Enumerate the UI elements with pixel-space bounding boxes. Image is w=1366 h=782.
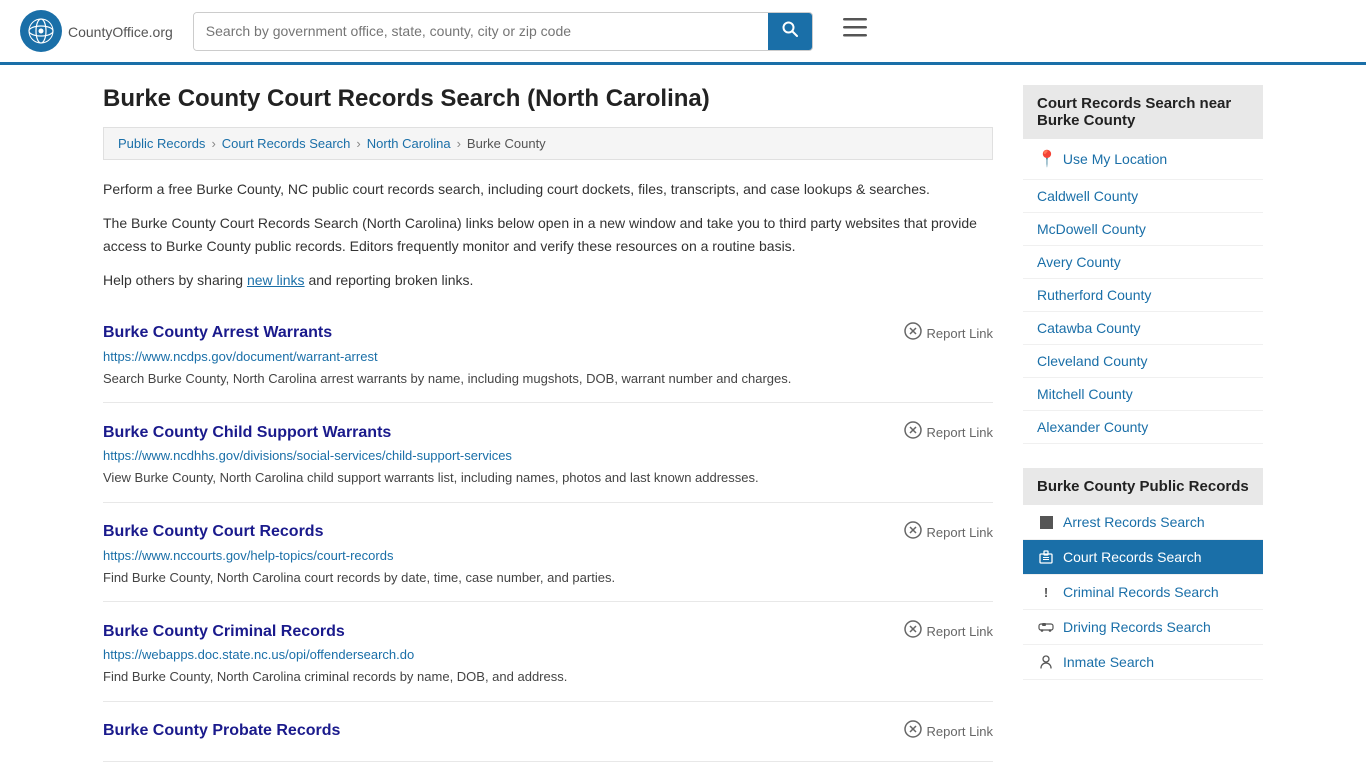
search-input[interactable]: [194, 13, 768, 50]
header: CountyOffice.org: [0, 0, 1366, 65]
result-header-3: Burke County Criminal Records Report Lin…: [103, 620, 993, 643]
result-url-0: https://www.ncdps.gov/document/warrant-a…: [103, 349, 993, 364]
report-icon-3: [904, 620, 922, 643]
result-title-2[interactable]: Burke County Court Records: [103, 523, 323, 541]
sidebar-nearby-title: Court Records Search near Burke County: [1023, 85, 1263, 139]
report-icon-4: [904, 720, 922, 743]
breadcrumb-burke-county: Burke County: [467, 136, 546, 151]
result-title-0[interactable]: Burke County Arrest Warrants: [103, 324, 332, 342]
breadcrumb-sep-2: ›: [356, 136, 360, 151]
sidebar-use-my-location[interactable]: 📍 Use My Location: [1023, 139, 1263, 180]
sidebar-county-2[interactable]: Avery County: [1023, 246, 1263, 279]
main-container: Burke County Court Records Search (North…: [83, 65, 1283, 782]
result-title-3[interactable]: Burke County Criminal Records: [103, 623, 345, 641]
sidebar-county-7[interactable]: Alexander County: [1023, 411, 1263, 444]
sidebar-court-records[interactable]: Court Records Search: [1023, 540, 1263, 575]
result-item-1: Burke County Child Support Warrants Repo…: [103, 403, 993, 503]
report-link-2[interactable]: Report Link: [904, 521, 993, 544]
sidebar-public-records-section: Burke County Public Records Arrest Recor…: [1023, 468, 1263, 680]
new-links-link[interactable]: new links: [247, 272, 305, 288]
inmate-search-icon: [1037, 655, 1055, 669]
result-header-0: Burke County Arrest Warrants Report Link: [103, 322, 993, 345]
driving-records-icon: [1037, 620, 1055, 634]
result-header-2: Burke County Court Records Report Link: [103, 521, 993, 544]
sidebar-county-6[interactable]: Mitchell County: [1023, 378, 1263, 411]
result-title-1[interactable]: Burke County Child Support Warrants: [103, 424, 391, 442]
sidebar-public-records-title: Burke County Public Records: [1023, 468, 1263, 505]
sidebar-arrest-records[interactable]: Arrest Records Search: [1023, 505, 1263, 540]
report-icon-2: [904, 521, 922, 544]
breadcrumb-court-records-search[interactable]: Court Records Search: [222, 136, 351, 151]
hamburger-menu-icon[interactable]: [843, 18, 867, 44]
sidebar-county-5[interactable]: Cleveland County: [1023, 345, 1263, 378]
logo-text: CountyOffice.org: [68, 21, 173, 42]
report-link-4[interactable]: Report Link: [904, 720, 993, 743]
report-icon-1: [904, 421, 922, 444]
report-icon-0: [904, 322, 922, 345]
result-item-3: Burke County Criminal Records Report Lin…: [103, 602, 993, 702]
sidebar: Court Records Search near Burke County 📍…: [1023, 85, 1263, 762]
logo-link[interactable]: CountyOffice.org: [20, 10, 173, 52]
content-area: Burke County Court Records Search (North…: [103, 85, 993, 762]
report-link-3[interactable]: Report Link: [904, 620, 993, 643]
arrest-records-icon: [1037, 515, 1055, 529]
report-link-1[interactable]: Report Link: [904, 421, 993, 444]
result-item-2: Burke County Court Records Report Link h…: [103, 503, 993, 603]
breadcrumb-sep-1: ›: [211, 136, 215, 151]
breadcrumb: Public Records › Court Records Search › …: [103, 127, 993, 160]
sidebar-nearby-section: Court Records Search near Burke County 📍…: [1023, 85, 1263, 444]
result-url-1: https://www.ncdhhs.gov/divisions/social-…: [103, 448, 993, 463]
result-url-3: https://webapps.doc.state.nc.us/opi/offe…: [103, 647, 993, 662]
search-bar: [193, 12, 813, 51]
sidebar-criminal-records[interactable]: ! Criminal Records Search: [1023, 575, 1263, 610]
description-3: Help others by sharing new links and rep…: [103, 269, 993, 291]
breadcrumb-public-records[interactable]: Public Records: [118, 136, 205, 151]
sidebar-county-4[interactable]: Catawba County: [1023, 312, 1263, 345]
result-header-1: Burke County Child Support Warrants Repo…: [103, 421, 993, 444]
result-item-4: Burke County Probate Records Report Link: [103, 702, 993, 762]
logo-icon: [20, 10, 62, 52]
criminal-records-icon: !: [1037, 585, 1055, 599]
result-url-2: https://www.nccourts.gov/help-topics/cou…: [103, 548, 993, 563]
search-button[interactable]: [768, 13, 812, 50]
results-list: Burke County Arrest Warrants Report Link…: [103, 304, 993, 762]
report-link-0[interactable]: Report Link: [904, 322, 993, 345]
sidebar-inmate-search[interactable]: Inmate Search: [1023, 645, 1263, 680]
breadcrumb-sep-3: ›: [457, 136, 461, 151]
result-desc-2: Find Burke County, North Carolina court …: [103, 568, 993, 588]
sidebar-county-3[interactable]: Rutherford County: [1023, 279, 1263, 312]
sidebar-county-0[interactable]: Caldwell County: [1023, 180, 1263, 213]
breadcrumb-north-carolina[interactable]: North Carolina: [367, 136, 451, 151]
result-title-4[interactable]: Burke County Probate Records: [103, 722, 340, 740]
result-item-0: Burke County Arrest Warrants Report Link…: [103, 304, 993, 404]
result-desc-3: Find Burke County, North Carolina crimin…: [103, 667, 993, 687]
result-header-4: Burke County Probate Records Report Link: [103, 720, 993, 743]
sidebar-driving-records[interactable]: Driving Records Search: [1023, 610, 1263, 645]
court-records-icon: [1037, 550, 1055, 564]
description-2: The Burke County Court Records Search (N…: [103, 212, 993, 257]
sidebar-county-1[interactable]: McDowell County: [1023, 213, 1263, 246]
location-pin-icon: 📍: [1037, 149, 1057, 169]
result-desc-0: Search Burke County, North Carolina arre…: [103, 369, 993, 389]
description-1: Perform a free Burke County, NC public c…: [103, 178, 993, 200]
page-title: Burke County Court Records Search (North…: [103, 85, 993, 113]
result-desc-1: View Burke County, North Carolina child …: [103, 468, 993, 488]
